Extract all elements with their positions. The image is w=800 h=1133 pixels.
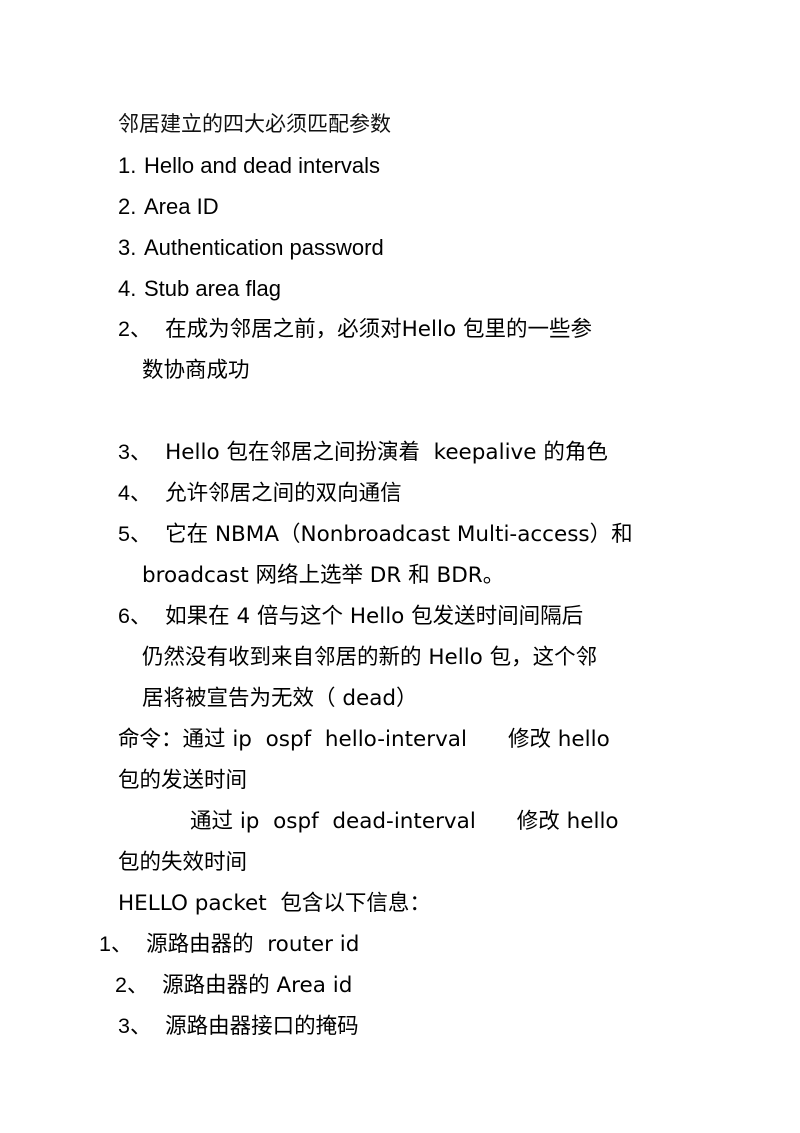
numbered-item-6: 6、 如果在 4 倍与这个 Hello 包发送时间间隔后 bbox=[118, 596, 684, 637]
item-marker: 3、 bbox=[118, 440, 152, 464]
item-text: 源路由器的 Area id bbox=[148, 973, 353, 998]
document-body: 邻居建立的四大必须匹配参数 1. Hello and dead interval… bbox=[99, 104, 684, 1047]
numbered-item-5: 5、 它在 NBMA（Nonbroadcast Multi-access）和 bbox=[118, 514, 684, 555]
command-hello-interval: 命令：通过 ip ospf hello-interval 修改 hello bbox=[118, 727, 610, 752]
item-text: Hello 包在邻居之间扮演着 keepalive 的角色 bbox=[151, 440, 608, 465]
list-item: 3. Authentication password bbox=[118, 227, 684, 268]
item-marker: 3、 bbox=[118, 1014, 152, 1038]
item-marker: 2、 bbox=[115, 973, 149, 997]
numbered-item-6-continuation-2: 居将被宣告为无效（ dead） bbox=[142, 686, 418, 711]
command-dead-interval-desc: 包的失效时间 bbox=[118, 850, 248, 875]
section-heading: 邻居建立的四大必须匹配参数 bbox=[118, 112, 391, 136]
command-hello-interval-desc: 包的发送时间 bbox=[118, 768, 248, 793]
packet-item-2: 2、 源路由器的 Area id bbox=[115, 965, 684, 1006]
item-text: 源路由器接口的掩码 bbox=[151, 1014, 359, 1039]
item-marker: 1、 bbox=[99, 932, 133, 956]
matched-parameters-list: 1. Hello and dead intervals 2. Area ID 3… bbox=[118, 145, 684, 309]
item-marker: 2、 bbox=[118, 317, 152, 341]
document-page: 邻居建立的四大必须匹配参数 1. Hello and dead interval… bbox=[0, 0, 800, 1133]
list-item: 1. Hello and dead intervals bbox=[118, 145, 684, 186]
item-text: 源路由器的 router id bbox=[132, 932, 360, 957]
list-item: 2. Area ID bbox=[118, 186, 684, 227]
numbered-item-5-continuation: broadcast 网络上选举 DR 和 BDR。 bbox=[142, 563, 505, 588]
list-item-label: Hello and dead intervals bbox=[144, 153, 381, 178]
list-item-label: Authentication password bbox=[144, 235, 384, 260]
list-item-number: 2. bbox=[118, 194, 137, 219]
list-item: 4. Stub area flag bbox=[118, 268, 684, 309]
item-text: 它在 NBMA（Nonbroadcast Multi-access）和 bbox=[151, 522, 633, 547]
numbered-item-3: 3、 Hello 包在邻居之间扮演着 keepalive 的角色 bbox=[118, 432, 684, 473]
numbered-item-6-continuation-1: 仍然没有收到来自邻居的新的 Hello 包，这个邻 bbox=[142, 645, 598, 670]
hello-packet-heading: HELLO packet 包含以下信息： bbox=[118, 891, 431, 916]
list-item-number: 3. bbox=[118, 235, 137, 260]
numbered-item-4: 4、 允许邻居之间的双向通信 bbox=[118, 473, 684, 514]
list-item-label: Area ID bbox=[144, 194, 219, 219]
item-text: 如果在 4 倍与这个 Hello 包发送时间间隔后 bbox=[151, 604, 584, 629]
list-item-number: 1. bbox=[118, 153, 137, 178]
list-item-label: Stub area flag bbox=[144, 276, 281, 301]
list-item-number: 4. bbox=[118, 276, 137, 301]
numbered-item-2: 2、 在成为邻居之前，必须对Hello 包里的一些参 bbox=[118, 309, 684, 350]
item-text: 允许邻居之间的双向通信 bbox=[151, 481, 402, 506]
numbered-item-2-continuation: 数协商成功 bbox=[142, 358, 250, 383]
packet-item-3: 3、 源路由器接口的掩码 bbox=[118, 1006, 684, 1047]
item-marker: 6、 bbox=[118, 604, 152, 628]
packet-item-1: 1、 源路由器的 router id bbox=[99, 924, 684, 965]
item-marker: 5、 bbox=[118, 522, 152, 546]
item-marker: 4、 bbox=[118, 481, 152, 505]
item-text: 在成为邻居之前，必须对Hello 包里的一些参 bbox=[151, 317, 592, 342]
command-dead-interval: 通过 ip ospf dead-interval 修改 hello bbox=[190, 809, 619, 834]
